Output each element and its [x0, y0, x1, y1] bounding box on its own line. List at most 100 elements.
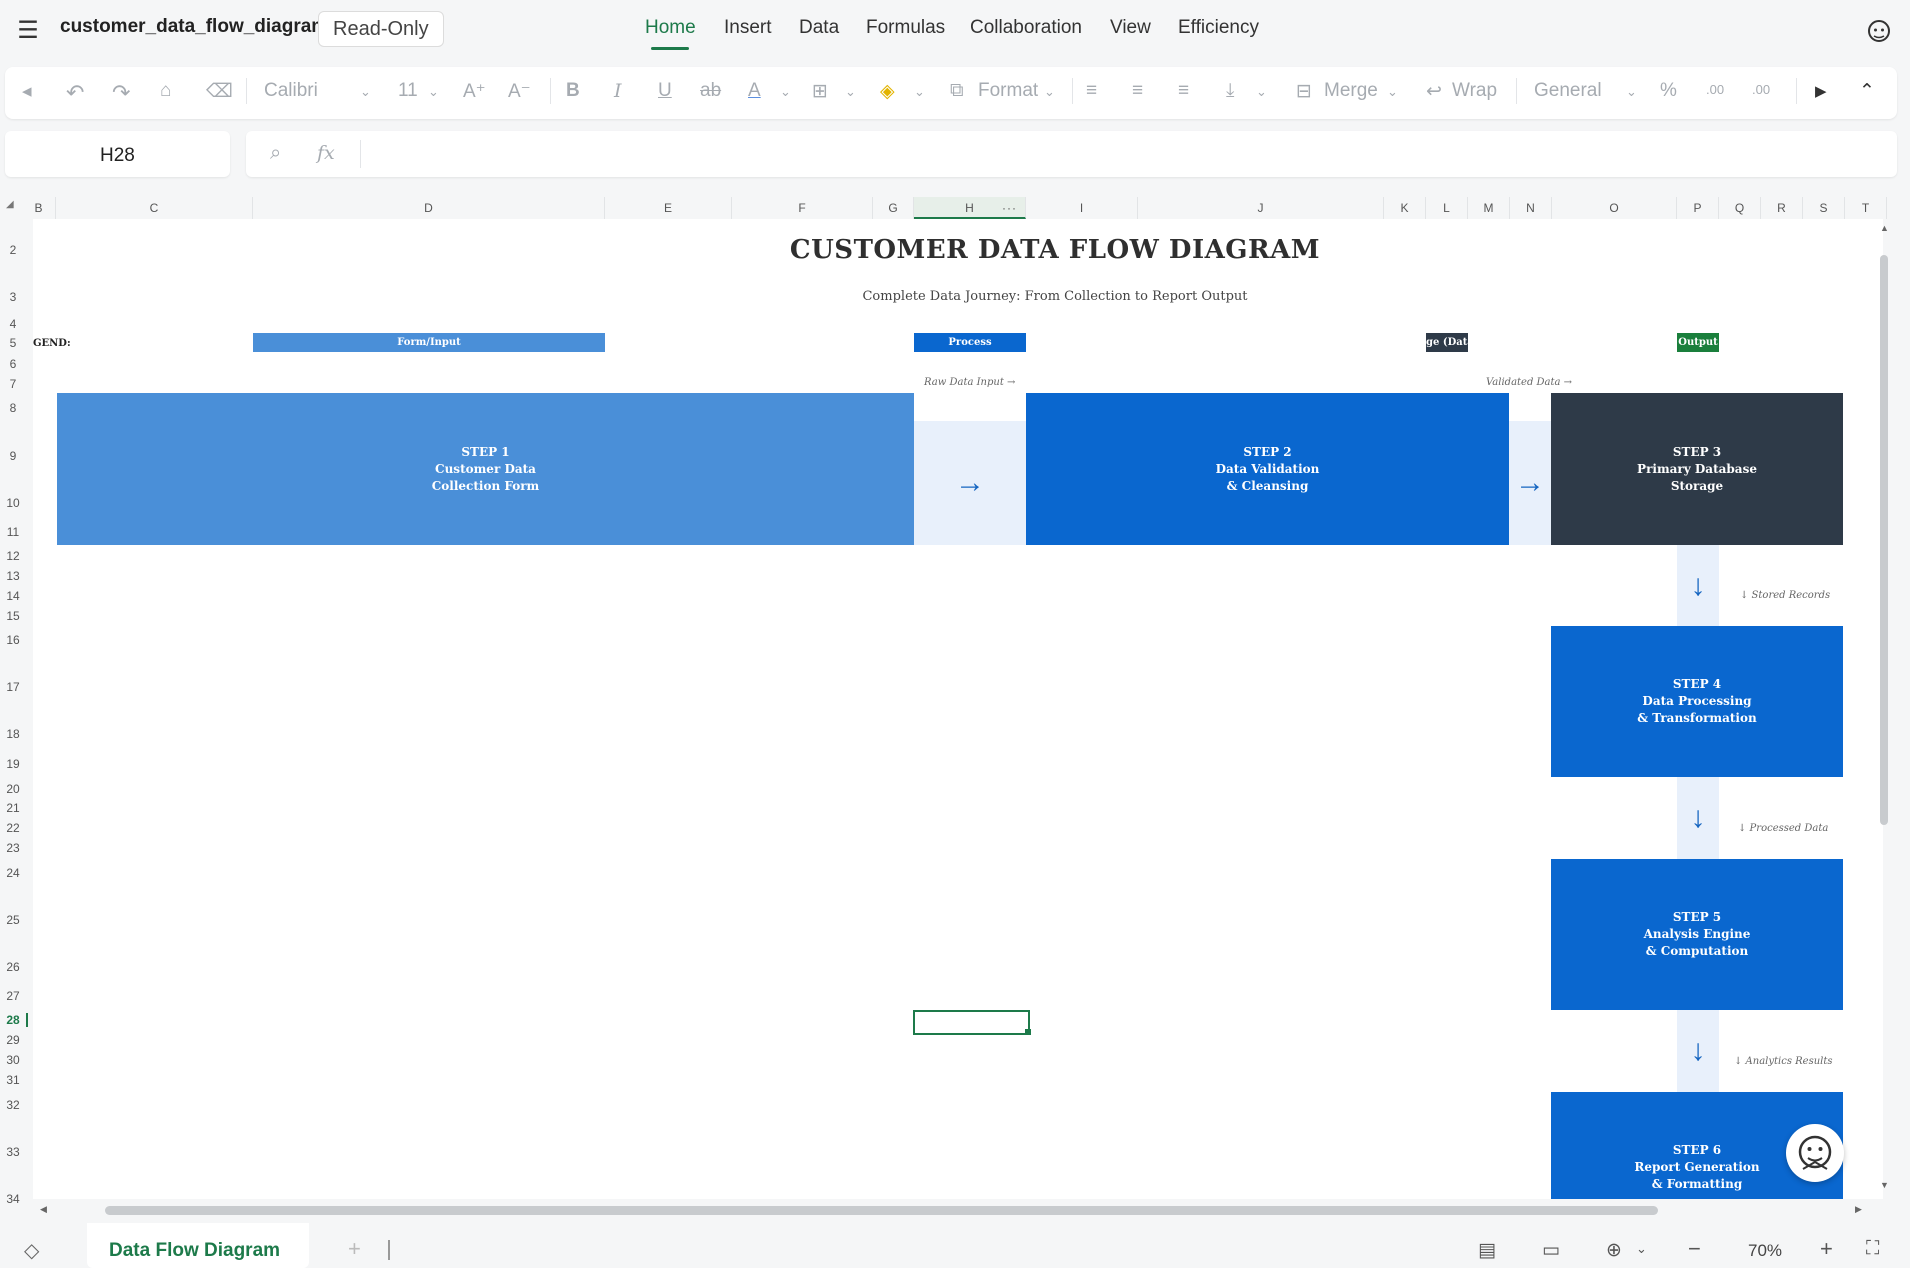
- align-right-icon[interactable]: ≡: [1178, 80, 1189, 102]
- row-header[interactable]: 4: [0, 317, 26, 331]
- column-header[interactable]: R: [1761, 197, 1803, 219]
- column-header[interactable]: I: [1026, 197, 1138, 219]
- scroll-right-icon[interactable]: ▶: [1855, 1204, 1862, 1215]
- row-header[interactable]: 20: [0, 782, 26, 796]
- assistant-floating-icon[interactable]: [1786, 1124, 1844, 1182]
- chevron-down-icon[interactable]: ⌄: [1387, 84, 1398, 100]
- column-options-icon[interactable]: ···: [1002, 197, 1017, 219]
- underline-icon[interactable]: U: [658, 80, 672, 102]
- percent-icon[interactable]: %: [1660, 80, 1677, 102]
- row-header[interactable]: 7: [0, 377, 26, 391]
- row-header[interactable]: 14: [0, 589, 26, 603]
- row-header[interactable]: 33: [0, 1145, 26, 1159]
- chevron-down-icon[interactable]: ⌄: [1256, 84, 1267, 100]
- chevron-down-icon[interactable]: ⌄: [1636, 1241, 1647, 1257]
- row-header[interactable]: 32: [0, 1098, 26, 1112]
- row-header[interactable]: 2: [0, 243, 26, 257]
- italic-icon[interactable]: I: [614, 80, 622, 102]
- row-header[interactable]: 12: [0, 549, 26, 563]
- column-header[interactable]: Q: [1719, 197, 1761, 219]
- row-header[interactable]: 21: [0, 801, 26, 815]
- row-header[interactable]: 26: [0, 960, 26, 974]
- row-header[interactable]: 19: [0, 757, 26, 771]
- row-header[interactable]: 34: [0, 1192, 26, 1206]
- column-header[interactable]: D: [253, 197, 605, 219]
- strikethrough-icon[interactable]: ab: [700, 80, 721, 102]
- row-header[interactable]: 17: [0, 680, 26, 694]
- format-button[interactable]: Format: [978, 80, 1038, 102]
- chevron-down-icon[interactable]: ⌄: [914, 84, 925, 100]
- decrease-font-icon[interactable]: A⁻: [508, 80, 531, 103]
- row-header[interactable]: 25: [0, 913, 26, 927]
- column-header[interactable]: B: [22, 197, 56, 219]
- page-layout-icon[interactable]: ▤: [1478, 1239, 1496, 1262]
- menu-view[interactable]: View: [1110, 17, 1151, 39]
- bold-icon[interactable]: B: [566, 80, 580, 102]
- zoom-search-icon[interactable]: ⌕: [270, 142, 281, 165]
- zoom-out-button[interactable]: −: [1688, 1236, 1701, 1262]
- format-painter-icon[interactable]: ⌂: [160, 80, 171, 102]
- number-format-select[interactable]: General: [1534, 80, 1602, 102]
- add-sheet-button[interactable]: +: [348, 1236, 361, 1262]
- column-header[interactable]: T: [1845, 197, 1887, 219]
- row-header[interactable]: 8: [0, 401, 26, 415]
- undo-icon[interactable]: ↶: [66, 80, 84, 106]
- assistant-icon[interactable]: [1866, 18, 1892, 44]
- column-header[interactable]: O: [1552, 197, 1677, 219]
- wrap-icon[interactable]: ↩: [1426, 80, 1442, 103]
- row-header[interactable]: 31: [0, 1073, 26, 1087]
- chevron-down-icon[interactable]: ⌄: [1626, 84, 1637, 100]
- row-header[interactable]: 11: [0, 525, 26, 539]
- scroll-up-icon[interactable]: ▲: [1880, 223, 1889, 233]
- chevron-down-icon[interactable]: ⌄: [1044, 84, 1055, 100]
- menu-insert[interactable]: Insert: [724, 17, 772, 39]
- zoom-level[interactable]: 70%: [1748, 1241, 1782, 1261]
- column-header[interactable]: P: [1677, 197, 1719, 219]
- play-icon[interactable]: ▶: [1815, 82, 1827, 100]
- horizontal-scrollbar[interactable]: [105, 1206, 1658, 1215]
- font-name-select[interactable]: Calibri: [264, 80, 318, 102]
- vertical-align-icon[interactable]: ⤓: [1226, 80, 1234, 102]
- collapse-ribbon-icon[interactable]: ⌃: [1859, 80, 1875, 103]
- column-header[interactable]: S: [1803, 197, 1845, 219]
- column-header[interactable]: C: [56, 197, 253, 219]
- format-icon[interactable]: ⧉: [950, 80, 964, 102]
- row-header[interactable]: 15: [0, 609, 26, 623]
- column-header[interactable]: G: [873, 197, 914, 219]
- borders-icon[interactable]: ⊞: [812, 80, 828, 103]
- row-header[interactable]: 18: [0, 727, 26, 741]
- fill-handle[interactable]: [1025, 1029, 1031, 1035]
- active-cell-cursor[interactable]: [913, 1010, 1030, 1035]
- menu-efficiency[interactable]: Efficiency: [1178, 17, 1259, 39]
- column-header[interactable]: M: [1468, 197, 1510, 219]
- formula-bar[interactable]: [246, 131, 1897, 177]
- row-header[interactable]: 30: [0, 1053, 26, 1067]
- hamburger-menu-icon[interactable]: ☰: [14, 16, 42, 44]
- menu-formulas[interactable]: Formulas: [866, 17, 945, 39]
- zoom-in-button[interactable]: +: [1820, 1236, 1833, 1262]
- row-header[interactable]: 23: [0, 841, 26, 855]
- row-header[interactable]: 24: [0, 866, 26, 880]
- row-header[interactable]: 9: [0, 449, 26, 463]
- row-header[interactable]: 27: [0, 989, 26, 1003]
- redo-icon[interactable]: ↷: [112, 80, 130, 106]
- align-left-icon[interactable]: ≡: [1086, 80, 1097, 102]
- column-header-selected[interactable]: H ···: [914, 197, 1026, 219]
- decrease-decimal-icon[interactable]: .00: [1706, 82, 1724, 97]
- layers-icon[interactable]: ◇: [24, 1238, 39, 1263]
- comment-icon[interactable]: ▭: [1542, 1239, 1560, 1262]
- chevron-down-icon[interactable]: ⌄: [780, 84, 791, 100]
- select-all-corner[interactable]: ◢: [6, 199, 14, 210]
- row-header[interactable]: 13: [0, 569, 26, 583]
- chevron-down-icon[interactable]: ⌄: [428, 84, 439, 100]
- column-header[interactable]: F: [732, 197, 873, 219]
- row-header[interactable]: 22: [0, 821, 26, 835]
- font-size-select[interactable]: 11: [398, 80, 418, 102]
- column-header[interactable]: K: [1384, 197, 1426, 219]
- menu-data[interactable]: Data: [799, 17, 839, 39]
- chevron-down-icon[interactable]: ⌄: [360, 84, 371, 100]
- align-center-icon[interactable]: ≡: [1132, 80, 1143, 102]
- row-header[interactable]: 16: [0, 633, 26, 647]
- row-header[interactable]: 6: [0, 357, 26, 371]
- chevron-down-icon[interactable]: ⌄: [845, 84, 856, 100]
